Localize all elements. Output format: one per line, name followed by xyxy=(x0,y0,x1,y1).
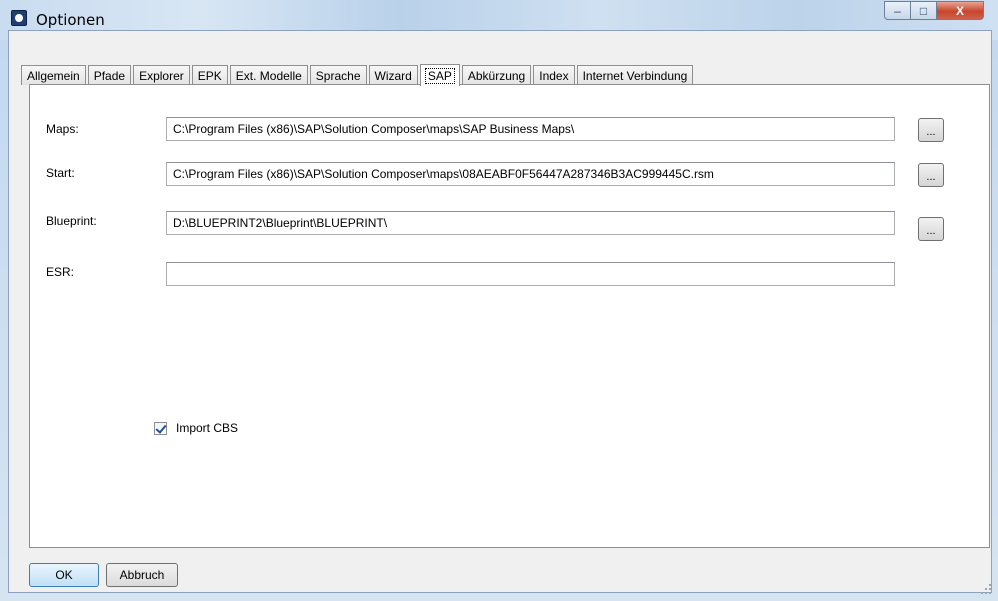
tab-ext-modelle[interactable]: Ext. Modelle xyxy=(229,65,308,85)
maximize-button[interactable]: □ xyxy=(911,1,937,20)
maximize-icon: □ xyxy=(919,3,928,18)
tab-label: SAP xyxy=(424,67,455,84)
minimize-button[interactable]: – xyxy=(884,1,911,20)
tab-label: EPK xyxy=(197,68,222,83)
tab-label: Ext. Modelle xyxy=(235,68,302,83)
blueprint-label: Blueprint: xyxy=(46,214,97,228)
tab-allgemein[interactable]: Allgemein xyxy=(21,65,86,85)
import-cbs-label: Import CBS xyxy=(176,421,239,435)
tab-label: Pfade xyxy=(93,68,126,83)
resize-grip-icon[interactable] xyxy=(980,583,992,595)
maps-browse-button[interactable]: ... xyxy=(918,118,944,142)
tab-label: Wizard xyxy=(374,68,412,83)
minimize-icon: – xyxy=(894,3,901,18)
maps-label: Maps: xyxy=(46,122,79,136)
tab-pfade[interactable]: Pfade xyxy=(87,65,132,85)
tab-internet-verbindung[interactable]: Internet Verbindung xyxy=(576,65,694,85)
tab-index[interactable]: Index xyxy=(533,65,575,85)
app-icon xyxy=(11,10,27,26)
start-label: Start: xyxy=(46,166,75,180)
blueprint-browse-button[interactable]: ... xyxy=(918,217,944,241)
tab-label: Abkürzung xyxy=(467,68,526,83)
close-icon: X xyxy=(955,3,964,18)
sap-tab-panel xyxy=(29,84,990,548)
import-cbs-checkbox[interactable] xyxy=(154,421,167,435)
tab-sprache[interactable]: Sprache xyxy=(309,65,367,85)
window-controls: – □ X xyxy=(884,1,984,21)
tab-epk[interactable]: EPK xyxy=(191,65,228,85)
cancel-button[interactable]: Abbruch xyxy=(106,563,178,587)
tab-label: Index xyxy=(539,68,569,83)
tab-sap[interactable]: SAP xyxy=(419,64,460,86)
tab-wizard[interactable]: Wizard xyxy=(368,65,418,85)
ok-button[interactable]: OK xyxy=(29,563,99,587)
tab-label: Sprache xyxy=(315,68,361,83)
tab-explorer[interactable]: Explorer xyxy=(133,65,190,85)
tab-abkuerzung[interactable]: Abkürzung xyxy=(461,65,532,85)
maps-path-field[interactable]: C:\Program Files (x86)\SAP\Solution Comp… xyxy=(166,117,895,141)
blueprint-path-field[interactable]: D:\BLUEPRINT2\Blueprint\BLUEPRINT\ xyxy=(166,211,895,235)
esr-field[interactable] xyxy=(166,262,895,286)
tab-label: Internet Verbindung xyxy=(582,68,688,83)
close-button[interactable]: X xyxy=(937,1,984,20)
tab-label: Explorer xyxy=(139,68,184,83)
tab-label: Allgemein xyxy=(27,68,80,83)
start-path-field[interactable]: C:\Program Files (x86)\SAP\Solution Comp… xyxy=(166,162,895,186)
options-dialog: Optionen – □ X Allgemein Pfade Explorer … xyxy=(0,0,998,601)
window-title: Optionen xyxy=(36,11,105,29)
import-cbs-option[interactable]: Import CBS xyxy=(154,421,238,435)
tab-strip: Allgemein Pfade Explorer EPK Ext. Modell… xyxy=(21,63,695,86)
start-browse-button[interactable]: ... xyxy=(918,163,944,187)
esr-label: ESR: xyxy=(46,265,75,279)
